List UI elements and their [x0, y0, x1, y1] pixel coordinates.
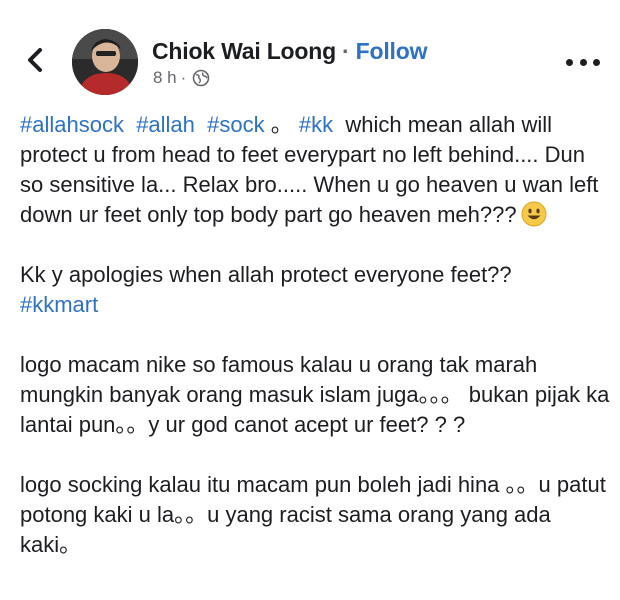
post-time[interactable]: 8 h: [153, 68, 177, 88]
more-dot: [566, 58, 573, 66]
hashtag-link[interactable]: #kk: [299, 112, 333, 137]
post-text: logo macam nike so famous kalau u orang …: [20, 352, 610, 437]
author-name[interactable]: Chiok Wai Loong: [152, 38, 336, 64]
post-paragraph-4: logo socking kalau itu macam pun boleh j…: [20, 470, 610, 560]
meta-separator: ·: [180, 68, 187, 87]
smile-emoji-icon: [521, 201, 547, 227]
post-paragraph-1: #allahsock #allah #sock 。 #kk which mean…: [20, 110, 610, 230]
avatar-photo: [72, 29, 138, 95]
post-meta: 8 h ·: [153, 68, 210, 88]
follow-button[interactable]: Follow: [356, 38, 428, 64]
avatar[interactable]: [72, 29, 138, 95]
post-paragraph-2: Kk y apologies when allah protect everyo…: [20, 260, 610, 320]
chevron-left-icon: [28, 48, 42, 72]
hashtag-link[interactable]: #sock: [207, 112, 264, 137]
hashtag-link[interactable]: #kkmart: [20, 292, 98, 317]
post-header: Chiok Wai Loong · Follow 8 h ·: [0, 0, 620, 100]
hashtag-link[interactable]: #allahsock: [20, 112, 124, 137]
globe-icon: [193, 69, 210, 87]
post-text: logo socking kalau itu macam pun boleh j…: [20, 472, 606, 557]
more-dot: [579, 58, 587, 66]
text-separator: 。: [270, 112, 293, 137]
more-dot: [593, 58, 600, 66]
name-separator: ·: [341, 38, 350, 64]
back-button[interactable]: [20, 42, 50, 78]
post-body: #allahsock #allah #sock 。 #kk which mean…: [20, 110, 610, 560]
post-text: Kk y apologies when allah protect everyo…: [20, 262, 512, 287]
hashtag-link[interactable]: #allah: [136, 112, 195, 137]
author-row: Chiok Wai Loong · Follow: [152, 36, 427, 66]
post-paragraph-3: logo macam nike so famous kalau u orang …: [20, 350, 610, 440]
more-options-button[interactable]: [566, 52, 600, 72]
